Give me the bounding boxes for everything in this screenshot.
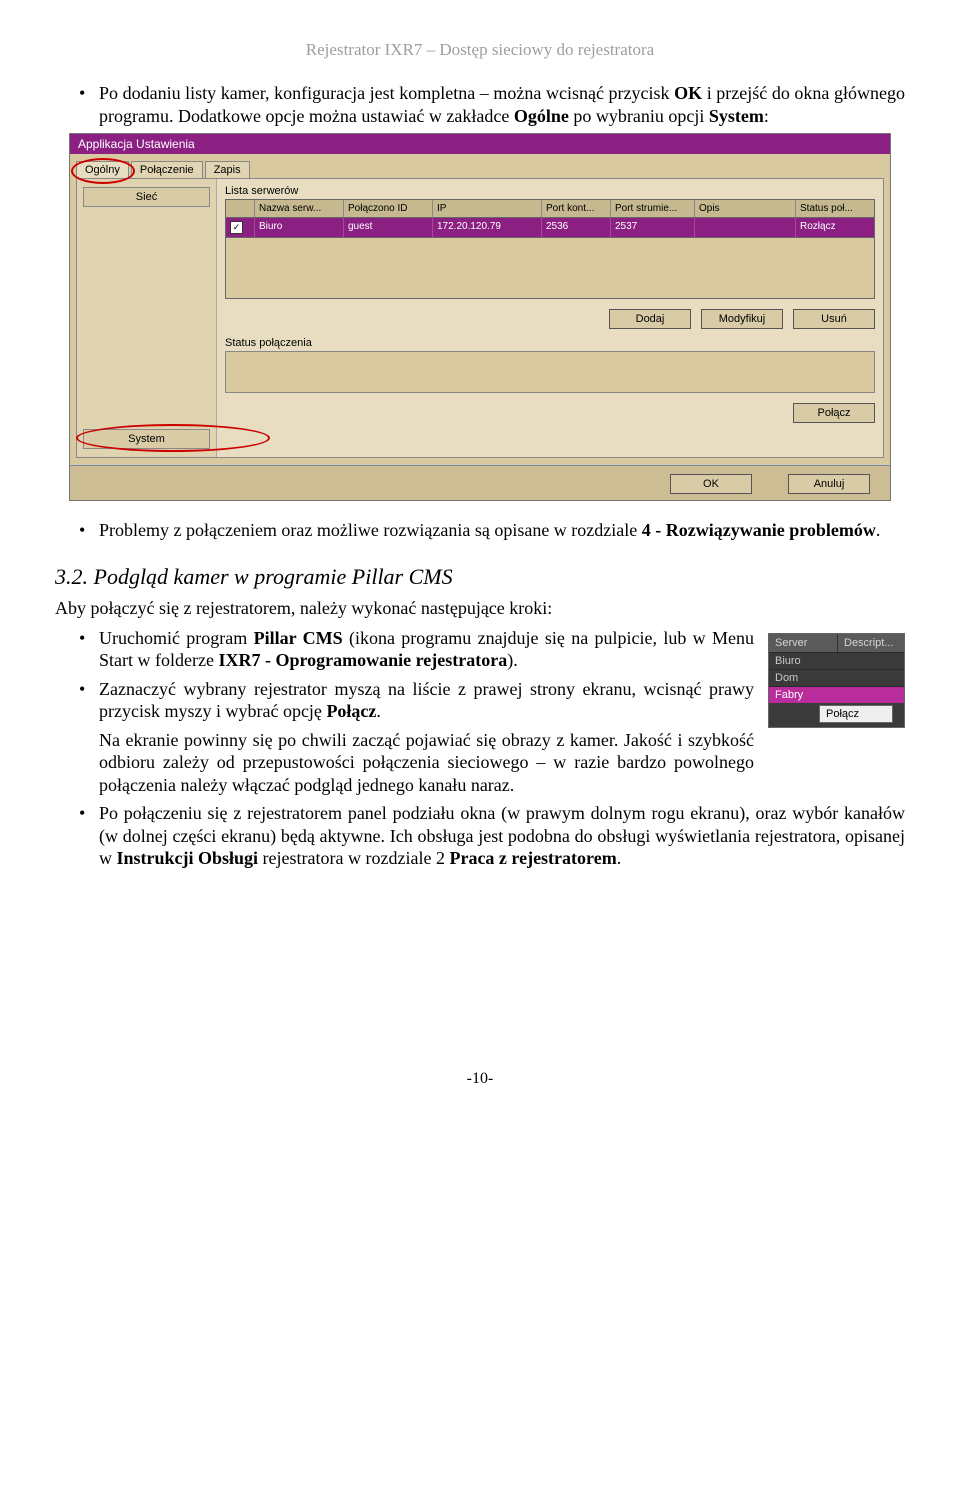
tab-polaczenie[interactable]: Połączenie: [131, 161, 203, 178]
row-ports: 2537: [611, 218, 695, 237]
grid-col-status: Status poł...: [796, 200, 874, 217]
tab-label: Ogólny: [85, 164, 120, 176]
step-1: Uruchomić program Pillar CMS (ikona prog…: [79, 627, 754, 672]
intro-item: Po dodaniu listy kamer, konfiguracja jes…: [79, 82, 905, 127]
modify-button[interactable]: Modyfikuj: [701, 309, 783, 329]
steps-list-cont: Po połączeniu się z rejestratorem panel …: [55, 802, 905, 870]
row-opis: [695, 218, 796, 237]
connection-status-label: Status połączenia: [225, 337, 875, 349]
step-3: Po połączeniu się z rejestratorem panel …: [79, 802, 905, 870]
grid-col-checkbox: [226, 200, 255, 217]
checkmark-icon: ✓: [230, 221, 243, 234]
row-ip: 172.20.120.79: [433, 218, 542, 237]
text: .: [617, 848, 622, 868]
row-status: Rozłącz: [796, 218, 874, 237]
row-checkbox[interactable]: ✓: [226, 218, 255, 237]
ok-button[interactable]: OK: [670, 474, 752, 494]
text: ).: [507, 650, 518, 670]
text: :: [764, 106, 769, 126]
text: Uruchomić program: [99, 628, 254, 648]
row-portk: 2536: [542, 218, 611, 237]
grid-header: Nazwa serw... Połączono ID IP Port kont.…: [225, 199, 875, 218]
mini-header: Server Descript...: [769, 634, 904, 652]
section-heading: 3.2. Podgląd kamer w programie Pillar CM…: [55, 564, 905, 590]
text: rejestratora w rozdziale 2: [258, 848, 449, 868]
delete-button[interactable]: Usuń: [793, 309, 875, 329]
text: Problemy z połączeniem oraz możliwe rozw…: [99, 520, 642, 540]
add-button[interactable]: Dodaj: [609, 309, 691, 329]
settings-window: Applikacja Ustawienia Ogólny Połączenie …: [69, 133, 891, 501]
text: Zaznaczyć wybrany rejestrator myszą na l…: [99, 679, 754, 722]
bold-chapter: 4 - Rozwiązywanie problemów: [642, 520, 876, 540]
context-menu-screenshot: Server Descript... Biuro Dom Fabry Połąc…: [768, 633, 905, 728]
grid-empty-area: [225, 238, 875, 299]
tab-bar: Ogólny Połączenie Zapis: [76, 158, 884, 178]
cancel-button[interactable]: Anuluj: [788, 474, 870, 494]
mid-item: Problemy z połączeniem oraz możliwe rozw…: [79, 519, 905, 542]
grid-col-opis: Opis: [695, 200, 796, 217]
mini-col-descript: Descript...: [838, 634, 904, 652]
grid-col-id: Połączono ID: [344, 200, 433, 217]
bold-folder: IXR7 - Oprogramowanie rejestratora: [218, 650, 507, 670]
server-list-label: Lista serwerów: [225, 185, 875, 197]
mini-col-server: Server: [769, 634, 838, 652]
context-menu-item-polacz[interactable]: Połącz: [819, 705, 893, 723]
steps-list: Uruchomić program Pillar CMS (ikona prog…: [55, 627, 754, 803]
grid-col-ports: Port strumie...: [611, 200, 695, 217]
connection-status-box: [225, 351, 875, 393]
mini-row-fabry[interactable]: Fabry: [769, 686, 904, 703]
text: .: [876, 520, 881, 540]
step-2-cont: Na ekranie powinny się po chwili zacząć …: [99, 729, 754, 797]
bold-praca: Praca z rejestratorem: [449, 848, 616, 868]
grid-col-portk: Port kont...: [542, 200, 611, 217]
mid-list: Problemy z połączeniem oraz możliwe rozw…: [55, 519, 905, 542]
btn-label: System: [128, 433, 165, 445]
text: .: [376, 701, 381, 721]
bold-system: System: [709, 106, 764, 126]
window-title: Applikacja Ustawienia: [70, 134, 890, 154]
text: Po dodaniu listy kamer, konfiguracja jes…: [99, 83, 674, 103]
connect-button[interactable]: Połącz: [793, 403, 875, 423]
bold-pillar: Pillar CMS: [254, 628, 343, 648]
bold-ogolne: Ogólne: [514, 106, 569, 126]
mini-row-dom[interactable]: Dom: [769, 669, 904, 686]
tab-zapis[interactable]: Zapis: [205, 161, 250, 178]
grid-col-ip: IP: [433, 200, 542, 217]
row-name: Biuro: [255, 218, 344, 237]
mini-row-biuro[interactable]: Biuro: [769, 652, 904, 669]
step-2: Zaznaczyć wybrany rejestrator myszą na l…: [79, 678, 754, 797]
section-intro: Aby połączyć się z rejestratorem, należy…: [55, 598, 905, 619]
page-header: Rejestrator IXR7 – Dostęp sieciowy do re…: [55, 40, 905, 60]
bold-ok: OK: [674, 83, 702, 103]
left-sidebar: Sieć System: [77, 179, 217, 457]
text: po wybraniu opcji: [569, 106, 709, 126]
intro-list: Po dodaniu listy kamer, konfiguracja jes…: [55, 82, 905, 127]
page-number: -10-: [55, 1070, 905, 1088]
tab-ogolny[interactable]: Ogólny: [76, 161, 129, 178]
dialog-bottom-buttons: OK Anuluj: [70, 465, 890, 500]
grid-row[interactable]: ✓ Biuro guest 172.20.120.79 2536 2537 Ro…: [225, 218, 875, 238]
grid-col-name: Nazwa serw...: [255, 200, 344, 217]
sidebar-btn-siec[interactable]: Sieć: [83, 187, 210, 207]
bold-polacz: Połącz: [326, 701, 376, 721]
row-id: guest: [344, 218, 433, 237]
sidebar-btn-system[interactable]: System: [83, 429, 210, 449]
bold-instr: Instrukcji Obsługi: [117, 848, 259, 868]
